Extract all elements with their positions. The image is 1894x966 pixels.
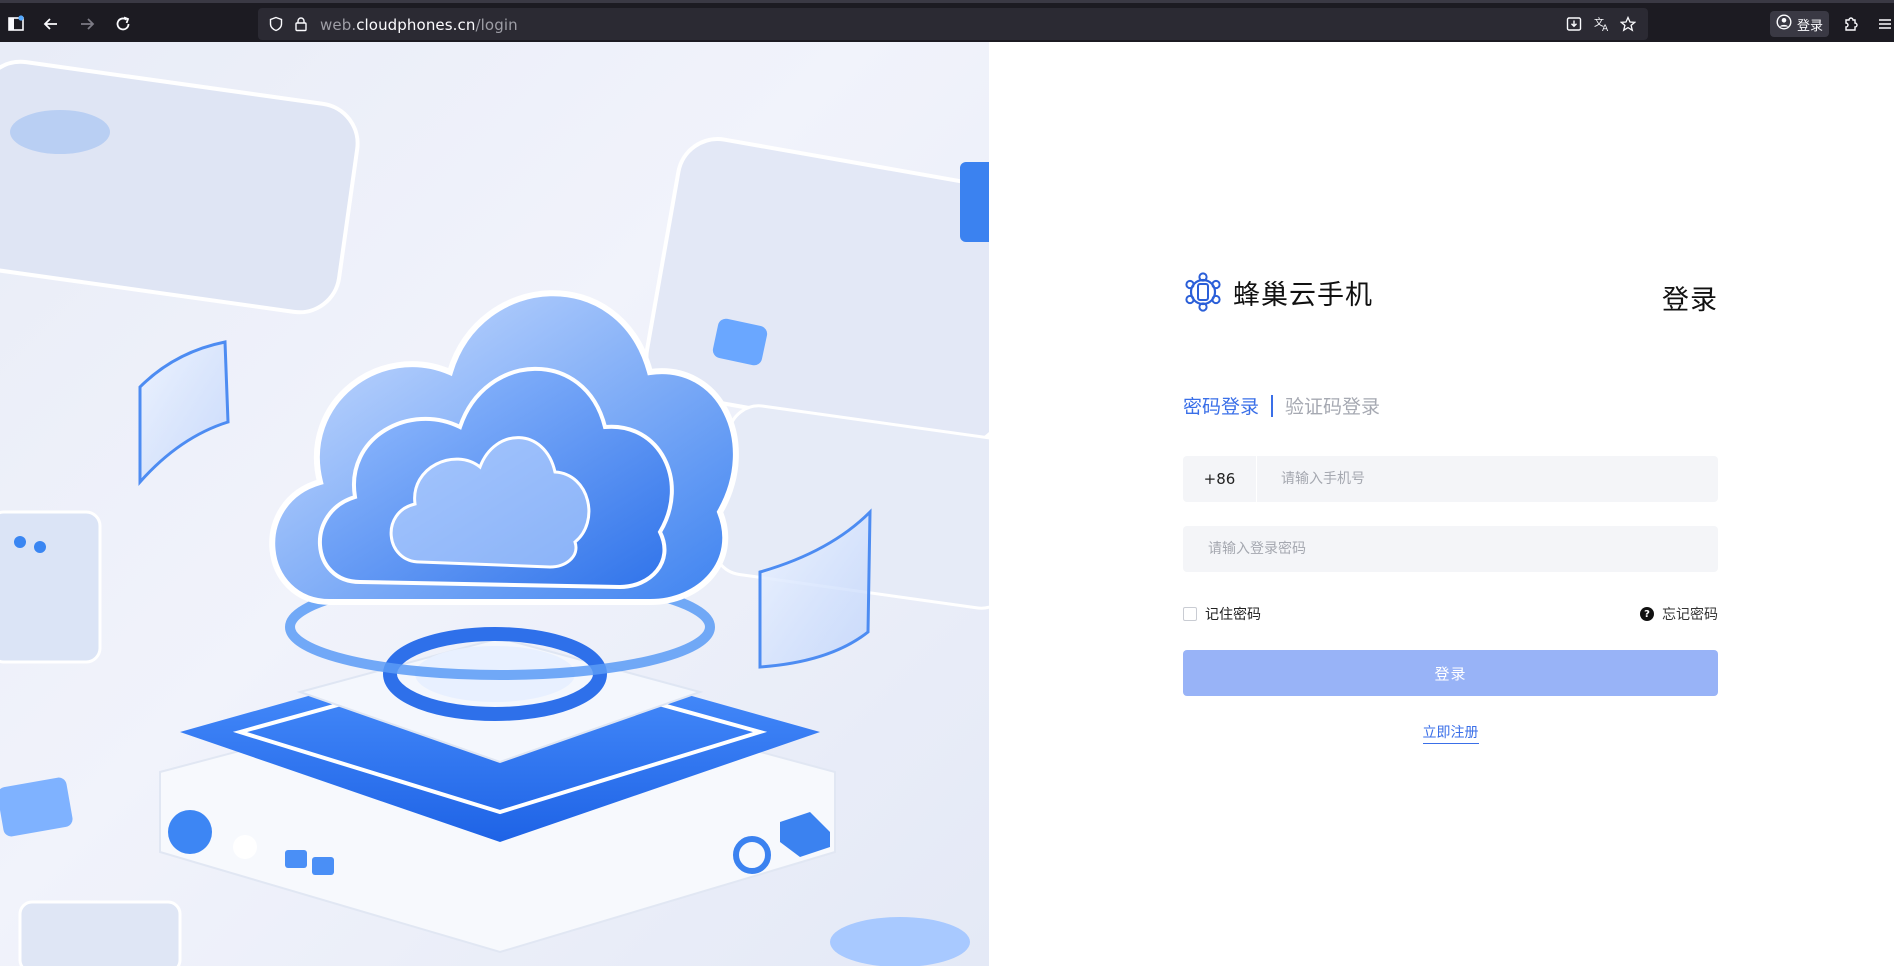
phone-field: +86	[1183, 456, 1718, 502]
hero-illustration	[0, 42, 989, 966]
register-link[interactable]: 立即注册	[1422, 725, 1479, 744]
password-input[interactable]	[1208, 526, 1698, 572]
address-bar[interactable]: web.cloudphones.cn/login 文A	[258, 8, 1648, 40]
lock-icon[interactable]	[293, 16, 309, 32]
svg-text:A: A	[1602, 24, 1609, 32]
download-icon[interactable]	[1566, 16, 1582, 32]
remember-password[interactable]: 记住密码	[1183, 604, 1261, 624]
tab-code-login[interactable]: 验证码登录	[1285, 392, 1380, 419]
menu-icon[interactable]	[1872, 11, 1894, 37]
cloud-server-illustration	[0, 59, 989, 966]
account-label: 登录	[1797, 18, 1824, 34]
brand-name: 蜂巢云手机	[1233, 279, 1373, 311]
tab-password-login[interactable]: 密码登录	[1183, 392, 1259, 419]
forgot-password-link[interactable]: ? 忘记密码	[1640, 604, 1718, 624]
register-row: 立即注册	[1183, 722, 1718, 744]
arrow-left-icon[interactable]	[38, 11, 64, 37]
login-panel: 蜂巢云手机 登录 密码登录 验证码登录 +86 记住密码 ? 忘记密码 登录	[989, 42, 1894, 966]
puzzle-icon[interactable]	[1838, 11, 1864, 37]
login-button[interactable]: 登录	[1183, 650, 1718, 696]
page-title: 登录	[1662, 285, 1718, 316]
phone-input[interactable]	[1281, 456, 1701, 502]
remember-label: 记住密码	[1205, 607, 1261, 623]
shield-icon[interactable]	[268, 16, 284, 32]
arrow-right-icon[interactable]	[74, 11, 100, 37]
country-code-select[interactable]: +86	[1183, 456, 1257, 502]
account-button[interactable]: 登录	[1770, 11, 1830, 37]
sidebar-icon[interactable]	[3, 11, 29, 37]
login-tabs: 密码登录 验证码登录	[1183, 392, 1380, 419]
url-path: /login	[475, 16, 518, 34]
url-host: cloudphones.cn	[356, 16, 476, 34]
tab-divider	[1271, 394, 1274, 417]
reload-icon[interactable]	[110, 11, 136, 37]
password-field	[1183, 526, 1718, 572]
url-text[interactable]: web.cloudphones.cn/login	[320, 16, 518, 34]
hive-logo-icon	[1185, 272, 1221, 312]
browser-toolbar: web.cloudphones.cn/login 文A 登录	[0, 0, 1894, 42]
translate-icon[interactable]: 文A	[1594, 16, 1610, 34]
forgot-label: 忘记密码	[1662, 607, 1718, 623]
remember-checkbox[interactable]	[1183, 607, 1197, 621]
question-icon: ?	[1640, 607, 1654, 621]
brand: 蜂巢云手机	[1183, 272, 1373, 312]
star-icon[interactable]	[1619, 15, 1637, 32]
account-icon	[1776, 14, 1792, 34]
login-options: 记住密码 ? 忘记密码	[1183, 602, 1718, 624]
